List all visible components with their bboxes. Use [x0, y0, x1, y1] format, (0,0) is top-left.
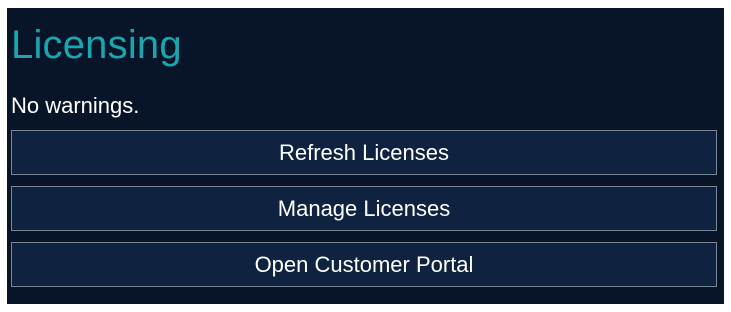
refresh-licenses-button[interactable]: Refresh Licenses	[11, 130, 717, 175]
panel-title: Licensing	[11, 23, 182, 67]
status-text: No warnings.	[11, 93, 140, 118]
manage-licenses-button[interactable]: Manage Licenses	[11, 186, 717, 231]
open-customer-portal-button[interactable]: Open Customer Portal	[11, 242, 717, 287]
licensing-panel: Licensing No warnings. Refresh Licenses …	[7, 8, 724, 304]
